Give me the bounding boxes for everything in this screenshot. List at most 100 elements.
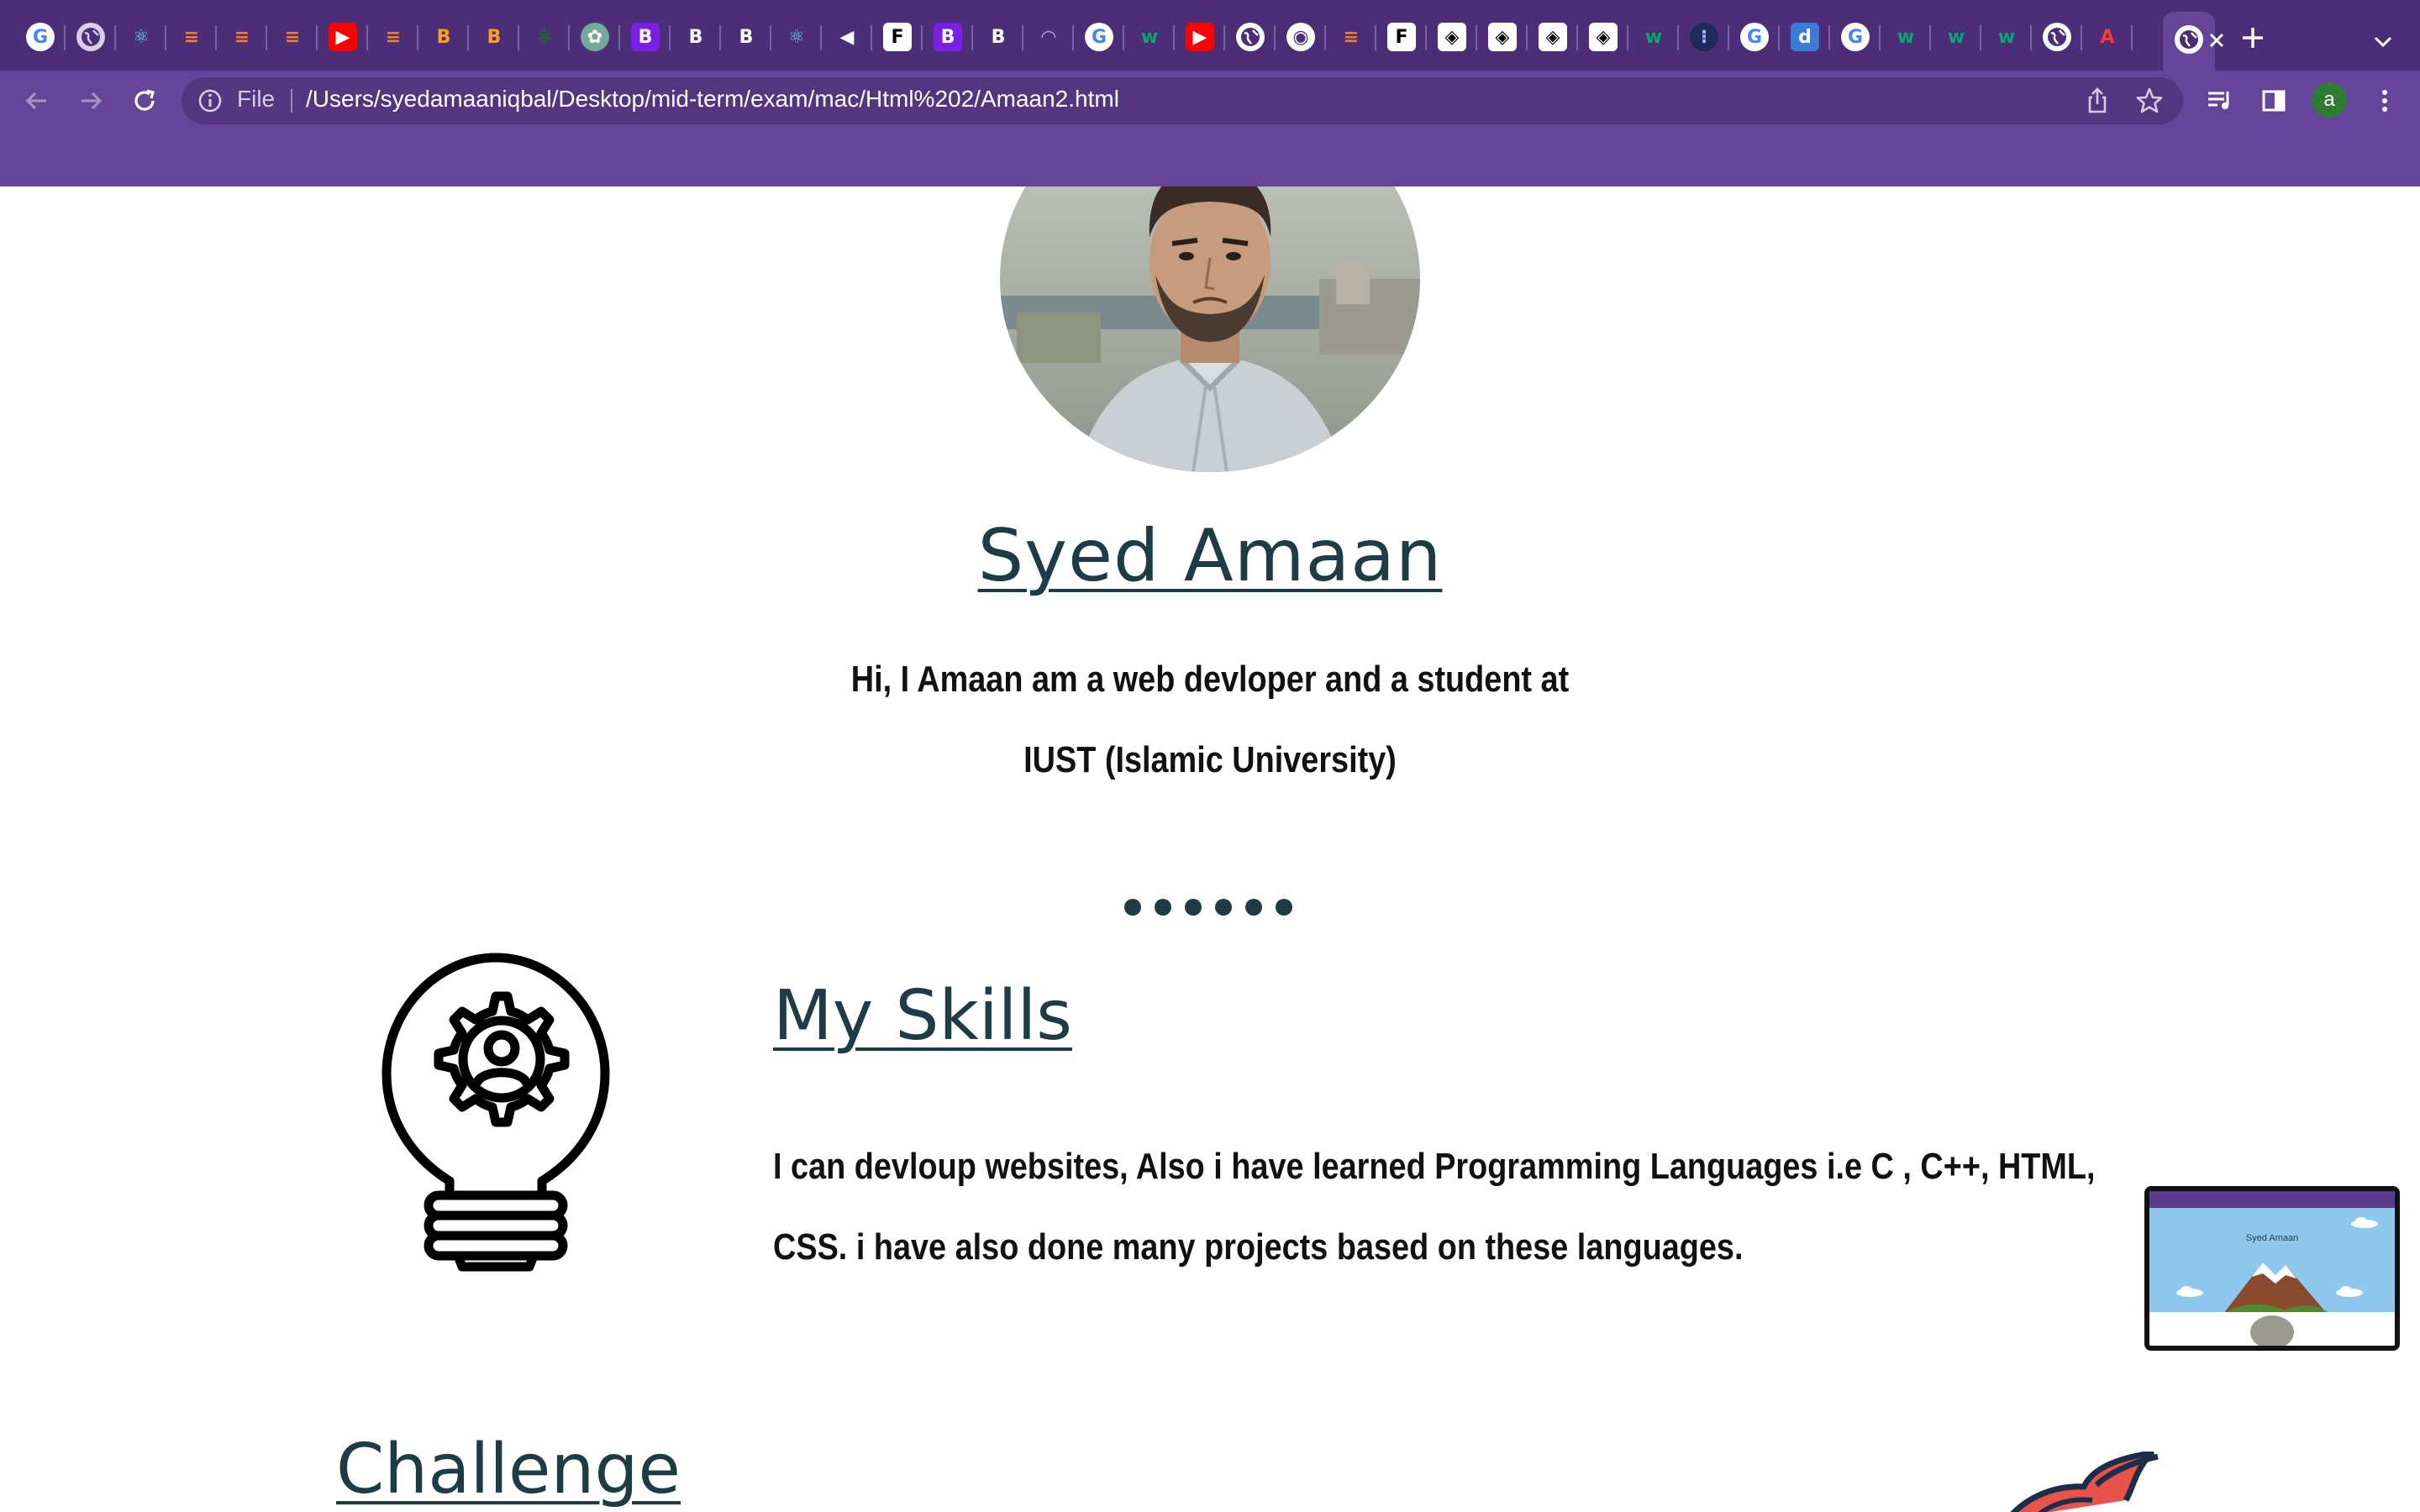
bookmark-star-icon[interactable] (2134, 86, 2165, 116)
browser-tab[interactable]: B (672, 10, 721, 64)
mountain-illustration (2217, 1263, 2334, 1317)
browser-tab[interactable]: G (1832, 10, 1881, 64)
challenge-heading-link[interactable]: Challenge (336, 1430, 681, 1509)
browser-tab[interactable]: ◈ (1580, 10, 1628, 64)
close-icon[interactable] (2200, 24, 2233, 57)
pip-avatar-thumbnail (2250, 1315, 2294, 1346)
browser-tab[interactable]: B (622, 10, 671, 64)
browser-tab[interactable]: ◈ (1428, 10, 1477, 64)
browser-tab[interactable]: ◉ (1277, 10, 1326, 64)
profile-photo (1000, 186, 1420, 472)
profile-avatar[interactable]: a (2312, 82, 2347, 118)
browser-tab[interactable]: ⁝ (1681, 10, 1729, 64)
browser-tab[interactable]: ≡ (218, 10, 267, 64)
browser-tab[interactable]: G (1076, 10, 1124, 64)
browser-tab[interactable]: ≡ (269, 10, 318, 64)
rocket-illustration (2010, 1452, 2159, 1512)
forward-button[interactable] (66, 71, 116, 131)
tab-separator (165, 25, 166, 50)
tab-separator (316, 25, 318, 50)
tab-separator (1929, 25, 1931, 50)
tab-separator (568, 25, 570, 50)
browser-tab[interactable]: F (874, 10, 923, 64)
tab-separator (1274, 25, 1276, 50)
stackoverflow-icon: ≡ (278, 23, 307, 51)
url-divider (291, 89, 292, 113)
browser-chrome: G ⚛ ≡ ≡ ≡ ▶ ≡ B B ✱ ✿ B B B ⚛ ◀ F B B ◠ Gw ▶ ◉ ≡ F ◈ ◈ ◈ ◈ w ⁝ Gd Gw w w A (0, 0, 2420, 186)
lightbulb-gear-icon (381, 953, 610, 1272)
w3schools-icon: w (1135, 23, 1164, 51)
skills-heading-link[interactable]: My Skills (773, 976, 1072, 1056)
tab-separator (114, 25, 116, 50)
loading-icon: ◠ (1034, 23, 1063, 51)
reload-icon (134, 89, 155, 111)
browser-tab[interactable] (67, 10, 116, 64)
browser-tab[interactable]: w (1126, 10, 1175, 64)
url-text[interactable]: /Users/syedamaaniqbal/Desktop/mid-term/e… (306, 86, 1119, 113)
back-button[interactable] (12, 71, 62, 131)
browser-tab[interactable]: G (17, 10, 66, 64)
browser-tab[interactable]: G (1731, 10, 1780, 64)
framer-icon: F (1387, 23, 1416, 51)
share-icon[interactable] (2082, 86, 2112, 116)
divider-dot (1124, 899, 1141, 916)
picture-in-picture-preview[interactable]: Syed Amaan (2144, 1186, 2400, 1351)
acrobat-icon: A (2093, 23, 2122, 51)
stackoverflow-icon: ≡ (1337, 23, 1365, 51)
tab-separator (2081, 25, 2082, 50)
browser-tab[interactable]: ◀ (823, 10, 872, 64)
new-tab-button[interactable] (2235, 20, 2270, 55)
tab-separator (467, 25, 469, 50)
divider-dot (1276, 899, 1292, 916)
browser-tab[interactable]: A (2084, 10, 2133, 64)
profile-name-link[interactable]: Syed Amaan (978, 514, 1443, 598)
browser-tab[interactable]: d (1781, 10, 1830, 64)
browser-tab[interactable]: w (1933, 10, 1981, 64)
info-icon[interactable] (197, 87, 224, 114)
bold-icon: B (732, 23, 760, 51)
browser-tab[interactable]: ◈ (1529, 10, 1578, 64)
browser-tab[interactable]: ✱ (521, 10, 570, 64)
audio-icon: ◀ (833, 23, 861, 51)
section-divider-dots (1124, 899, 1292, 916)
stackoverflow-icon: ≡ (228, 23, 256, 51)
browser-tab[interactable] (2033, 10, 2082, 64)
browser-tab[interactable]: ≡ (1328, 10, 1376, 64)
tab-separator (518, 25, 519, 50)
reload-button[interactable] (119, 71, 170, 131)
browser-tab[interactable]: B (420, 10, 469, 64)
browser-tab[interactable]: B (975, 10, 1023, 64)
tab-search-button[interactable] (2366, 25, 2400, 59)
browser-menu-button[interactable] (2360, 71, 2410, 131)
browser-tab[interactable] (1227, 10, 1276, 64)
browser-tab[interactable]: ≡ (370, 10, 418, 64)
side-panel-button[interactable] (2249, 71, 2299, 131)
browser-tab[interactable]: ⚛ (118, 10, 166, 64)
side-panel-icon (2262, 90, 2286, 112)
browser-tab[interactable]: ◈ (1479, 10, 1528, 64)
browser-tab[interactable]: B (924, 10, 973, 64)
browser-tab[interactable]: ≡ (168, 10, 217, 64)
browser-tab[interactable]: ▶ (319, 10, 368, 64)
tab-separator (215, 25, 217, 50)
tab-separator (417, 25, 418, 50)
more-vertical-icon (2382, 90, 2387, 112)
openai-icon: ✿ (581, 23, 609, 51)
browser-tab[interactable]: w (1983, 10, 2032, 64)
browser-tab[interactable]: ⚛ (773, 10, 822, 64)
browser-tab[interactable]: B (471, 10, 519, 64)
browser-tab[interactable]: ◠ (1025, 10, 1074, 64)
tab-separator (2030, 25, 2032, 50)
react-bootstrap-icon: ⚛ (782, 23, 811, 51)
browser-tab[interactable]: ✿ (571, 10, 620, 64)
reading-list-button[interactable] (2195, 71, 2245, 131)
tab-separator (1828, 25, 1830, 50)
browser-tab[interactable]: w (1882, 10, 1931, 64)
w3schools-icon: w (1891, 23, 1920, 51)
address-bar[interactable]: File /Users/syedamaaniqbal/Desktop/mid-t… (182, 77, 2183, 124)
browser-tab[interactable]: B (723, 10, 771, 64)
browser-tab[interactable]: F (1378, 10, 1427, 64)
browser-tab[interactable]: w (1630, 10, 1679, 64)
pip-browser-bar (2149, 1191, 2395, 1208)
browser-tab[interactable]: ▶ (1176, 10, 1225, 64)
